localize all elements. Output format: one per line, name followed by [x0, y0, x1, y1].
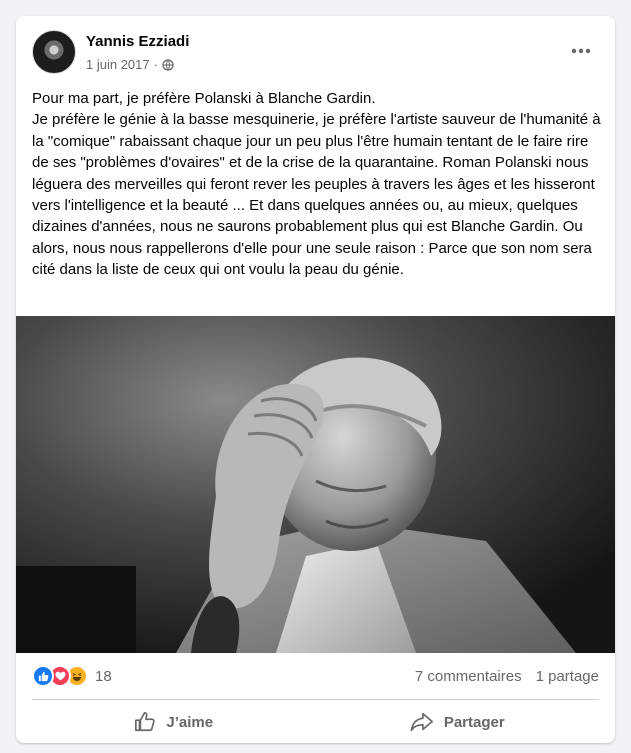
meta-separator: · — [153, 57, 158, 72]
reaction-count[interactable]: 18 — [95, 668, 112, 685]
divider — [32, 699, 599, 700]
reactions-summary[interactable]: 18 — [32, 665, 112, 687]
post-actions: J’aime Partager — [32, 704, 599, 740]
post-paragraph: Je préfère le génie à la basse mesquiner… — [32, 111, 601, 279]
globe-icon[interactable] — [162, 58, 174, 71]
share-label: Partager — [443, 713, 505, 731]
post-stats: 18 7 commentaires 1 partage — [32, 664, 599, 688]
share-button[interactable]: Partager — [316, 704, 600, 740]
like-icon — [32, 665, 54, 687]
comments-count[interactable]: 7 commentaires — [415, 668, 522, 685]
like-label: J’aime — [166, 713, 214, 731]
more-dots-icon — [571, 48, 591, 54]
post-meta: 1 juin 2017 · — [86, 57, 174, 72]
portrait-photo — [16, 316, 615, 653]
post-date[interactable]: 1 juin 2017 — [86, 57, 150, 72]
post-header: Yannis Ezziadi 1 juin 2017 · — [32, 30, 599, 80]
post-paragraph: Pour ma part, je préfère Polanski à Blan… — [32, 90, 376, 107]
more-options-button[interactable] — [569, 42, 593, 60]
avatar[interactable] — [32, 30, 76, 74]
post-photo[interactable] — [16, 316, 615, 653]
author-name[interactable]: Yannis Ezziadi — [86, 33, 189, 50]
thumbs-up-icon — [135, 712, 156, 732]
share-arrow-icon — [410, 712, 433, 732]
post-text: Pour ma part, je préfère Polanski à Blan… — [32, 88, 602, 281]
like-button[interactable]: J’aime — [32, 704, 316, 740]
post-card: Yannis Ezziadi 1 juin 2017 · Pour ma par… — [16, 16, 615, 743]
shares-count[interactable]: 1 partage — [536, 668, 599, 685]
